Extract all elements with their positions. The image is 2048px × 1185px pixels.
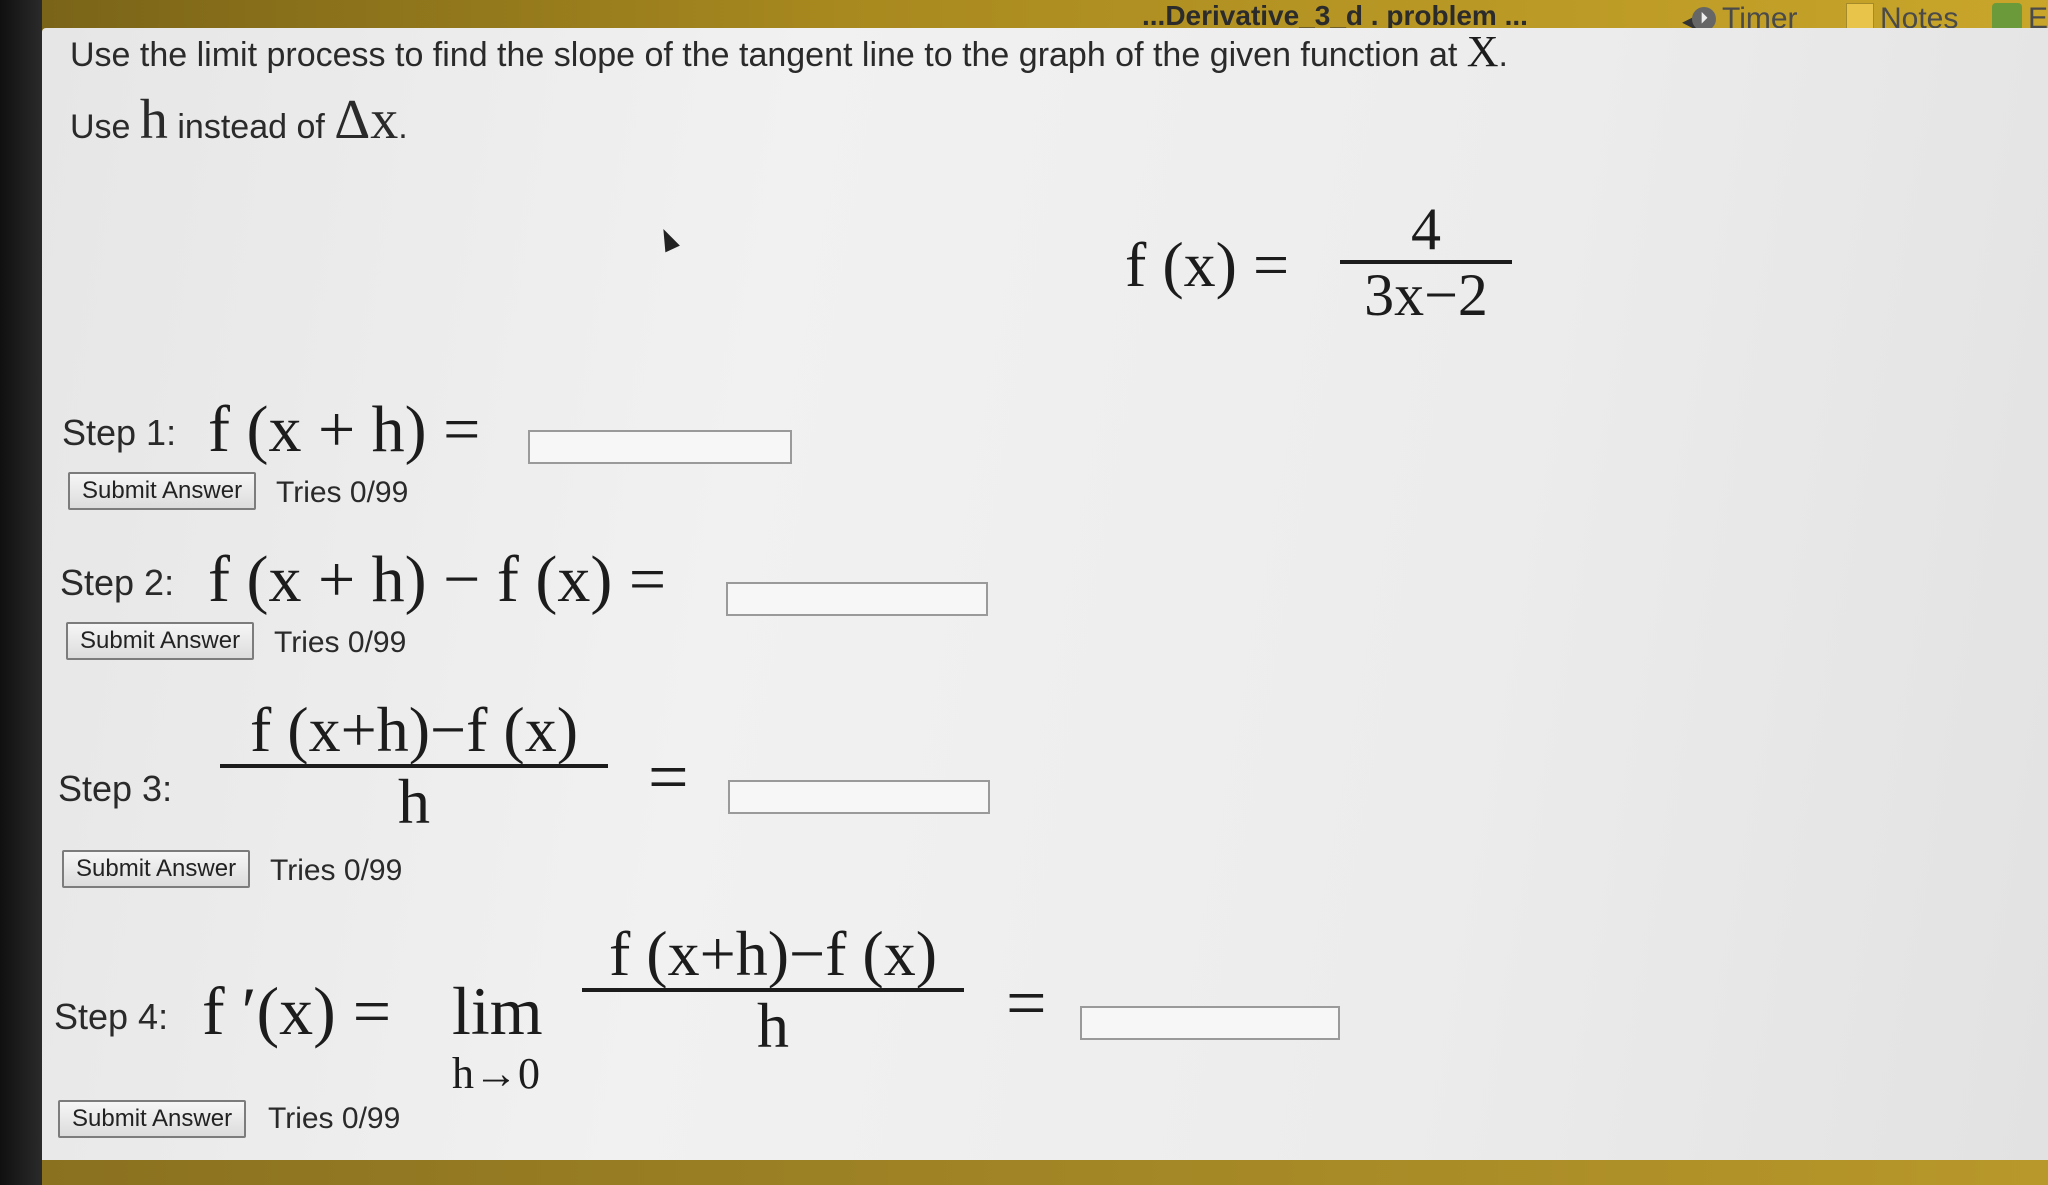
step-3-equals: =	[648, 737, 689, 817]
function-numerator: 4	[1411, 196, 1441, 262]
instead-text: instead of	[177, 108, 325, 146]
step-4-fraction: f (x+h)−f (x) h	[582, 920, 964, 1060]
bottom-bar	[42, 1160, 2048, 1185]
step-2-label: Step 2:	[60, 562, 175, 603]
step-1-answer-input[interactable]	[528, 430, 792, 464]
step-3-numerator: f (x+h)−f (x)	[249, 694, 579, 765]
step-3-submit-button[interactable]: Submit Answer	[62, 850, 251, 888]
period: .	[398, 108, 408, 146]
function-lhs: f (x) =	[1125, 229, 1290, 300]
instructions-line-2: Use h instead of Δx.	[70, 88, 408, 152]
step-1-submit-button[interactable]: Submit Answer	[68, 472, 257, 510]
step-2-answer-input[interactable]	[726, 582, 988, 616]
var-h: h	[139, 89, 168, 151]
step-4-equals: =	[1006, 963, 1047, 1043]
step-3-tries: Tries 0/99	[270, 854, 403, 887]
step-1-tries: Tries 0/99	[276, 476, 409, 509]
step-4-lim-subscript: h→0	[452, 1049, 540, 1098]
step-4-label: Step 4:	[54, 996, 169, 1037]
function-denominator: 3x−2	[1364, 262, 1488, 328]
step-4-lim: lim	[452, 973, 543, 1049]
delta-x: Δx	[334, 89, 399, 151]
function-fraction: 4 3x−2	[1340, 198, 1512, 326]
instructions-line-1: Use the limit process to find the slope …	[70, 26, 1508, 77]
step-3-label: Step 3:	[58, 768, 173, 809]
var-x: X	[1466, 27, 1499, 76]
step-2-expression: f (x + h) − f (x) =	[208, 543, 667, 616]
step-2-submit-button[interactable]: Submit Answer	[66, 622, 255, 660]
step-4-numerator: f (x+h)−f (x)	[608, 918, 938, 989]
use-text: Use	[70, 108, 131, 146]
left-dark-edge	[0, 0, 42, 1185]
step-4-submit-button[interactable]: Submit Answer	[58, 1100, 247, 1138]
step-4-denominator: h	[757, 990, 789, 1061]
step-4-lhs: f ′(x) =	[202, 973, 392, 1049]
step-1-expression: f (x + h) =	[208, 393, 481, 466]
period: .	[1498, 36, 1508, 74]
step-4-tries: Tries 0/99	[268, 1102, 401, 1135]
step-3-answer-input[interactable]	[728, 780, 990, 814]
step-1-label: Step 1:	[62, 412, 177, 453]
step-4-answer-input[interactable]	[1080, 1006, 1340, 1040]
step-2-tries: Tries 0/99	[274, 626, 407, 659]
instructions-text: Use the limit process to find the slope …	[70, 36, 1458, 74]
step-3-fraction: f (x+h)−f (x) h	[220, 696, 608, 836]
step-3-denominator: h	[398, 766, 430, 837]
